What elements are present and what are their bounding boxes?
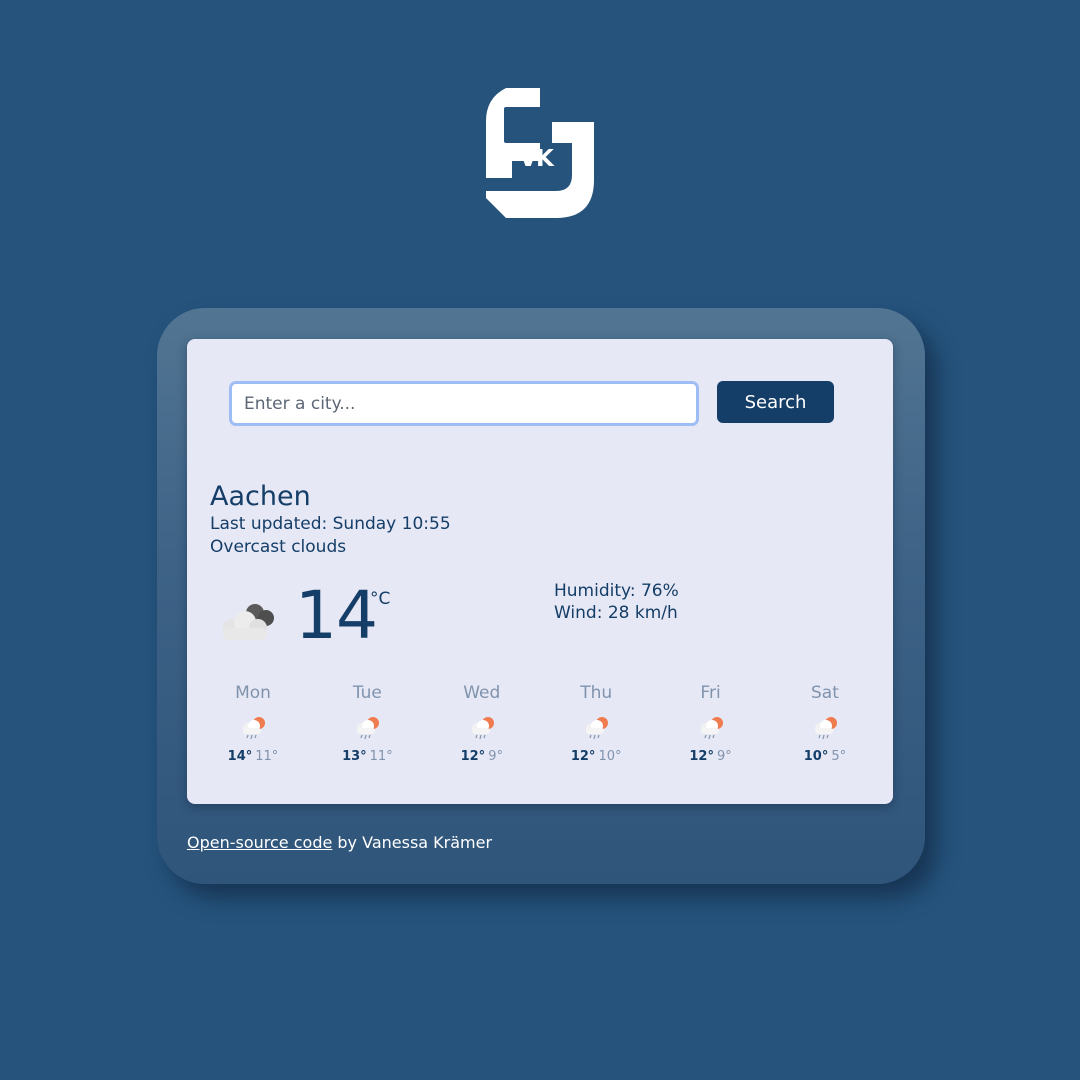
forecast-day-name: Thu	[580, 683, 613, 703]
temperature-unit: °C	[370, 589, 391, 609]
forecast-day: Fri 12° 9°	[654, 683, 768, 773]
current-temperature: 14	[295, 577, 378, 654]
rain-sun-icon	[471, 717, 494, 740]
forecast-min-temp: 10°	[598, 749, 622, 764]
city-search-input[interactable]	[229, 381, 699, 426]
forecast-min-temp: 5°	[831, 749, 847, 764]
rain-sun-icon	[357, 717, 380, 740]
weather-description: Overcast clouds	[210, 537, 347, 557]
weather-card: Search Aachen Last updated: Sunday 10:55…	[187, 339, 893, 804]
forecast-min-temp: 9°	[488, 749, 503, 764]
forecast-day: Thu 12° 10°	[539, 683, 653, 773]
forecast-min-temp: 9°	[716, 749, 732, 764]
forecast-max-temp: 12°	[460, 749, 486, 764]
forecast-day: Wed 12° 9°	[425, 683, 539, 773]
city-name: Aachen	[210, 481, 311, 512]
forecast-day-name: Wed	[463, 683, 501, 703]
footer-credit: by Vanessa Krämer	[332, 833, 493, 852]
forecast-max-temp: 12°	[570, 749, 596, 764]
footer: Open-source code by Vanessa Krämer	[187, 833, 492, 852]
wind-value: Wind: 28 km/h	[554, 603, 678, 623]
forecast-min-temp: 11°	[369, 749, 393, 764]
forecast-day-name: Tue	[352, 683, 382, 703]
vk-logo: VK	[484, 86, 596, 220]
forecast-max-temp: 14°	[227, 749, 253, 764]
vk-logo-icon: VK	[486, 88, 594, 218]
forecast-max-temp: 10°	[803, 749, 829, 764]
overcast-clouds-icon	[223, 604, 274, 640]
svg-text:VK: VK	[519, 146, 555, 172]
forecast-day-name: Fri	[700, 683, 721, 703]
forecast-day: Sat 10° 5°	[768, 683, 882, 773]
forecast-day-name: Sat	[811, 683, 839, 703]
forecast-max-temp: 12°	[689, 749, 714, 764]
forecast-day: Tue 13° 11°	[310, 683, 424, 773]
rain-sun-icon	[814, 717, 837, 740]
rain-sun-icon	[243, 717, 265, 740]
open-source-code-link[interactable]: Open-source code	[187, 833, 332, 852]
forecast-min-temp: 11°	[255, 749, 279, 764]
rain-sun-icon	[700, 717, 723, 740]
forecast-max-temp: 13°	[342, 749, 367, 764]
forecast-day: Mon 14° 11°	[196, 683, 310, 773]
humidity-value: Humidity: 76%	[554, 581, 679, 601]
search-button[interactable]: Search	[717, 381, 834, 423]
forecast-day-name: Mon	[235, 683, 271, 703]
last-updated: Last updated: Sunday 10:55	[210, 514, 451, 534]
forecast-list: Mon 14° 11° Tue 13° 11° Wed 12° 9° Thu 1…	[196, 683, 882, 773]
rain-sun-icon	[586, 717, 609, 740]
